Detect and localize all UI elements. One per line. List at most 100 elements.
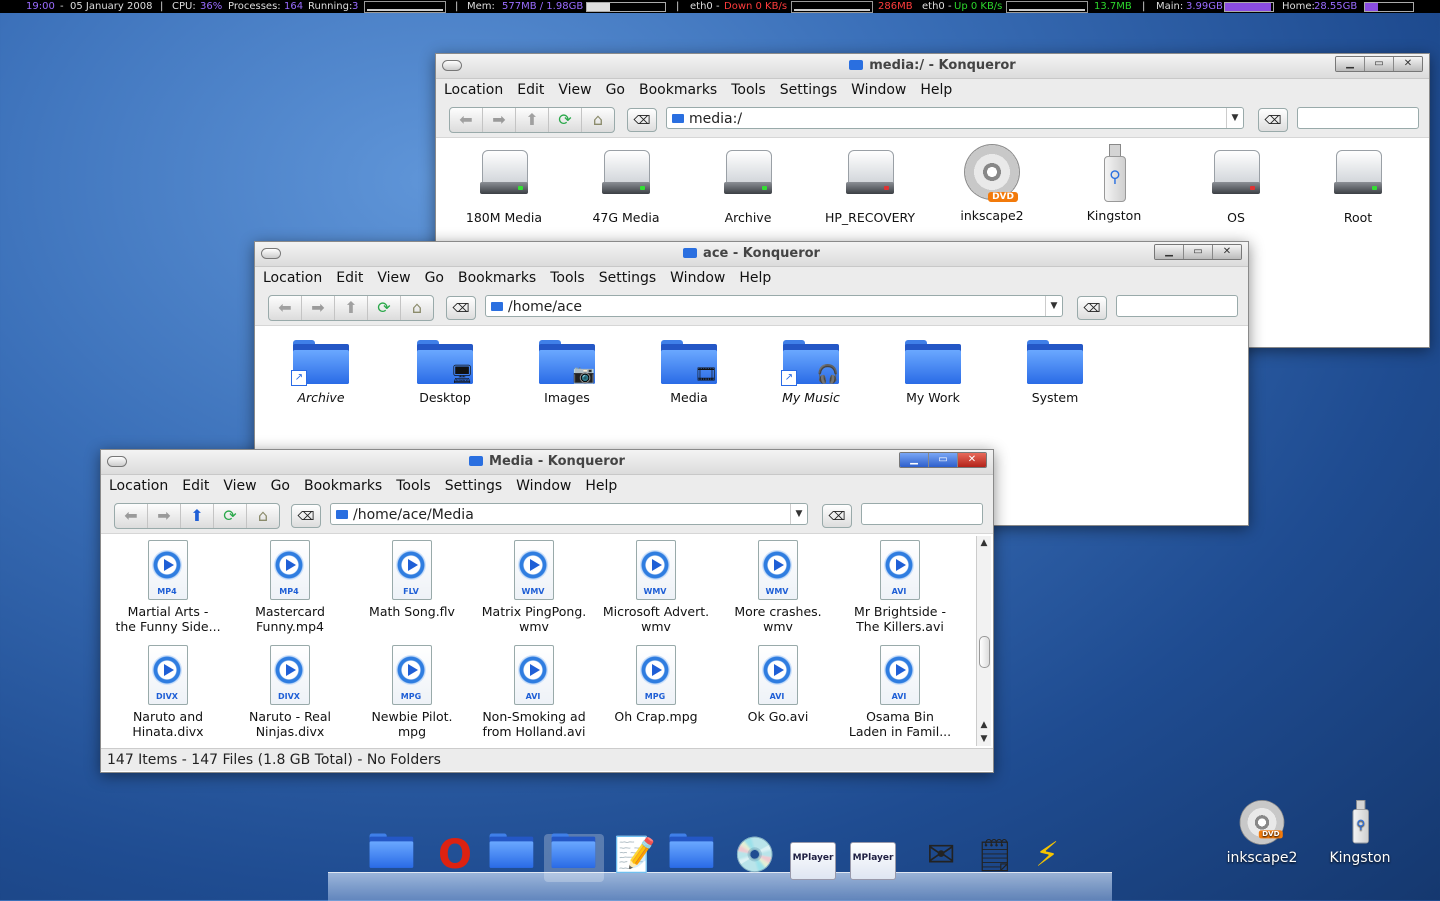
desktop-icon-dvd[interactable]: DVD inkscape2: [1222, 800, 1302, 866]
menu-view[interactable]: View: [377, 270, 410, 286]
clear-location-button[interactable]: ⌫: [291, 504, 321, 528]
drive-item[interactable]: OS: [1186, 150, 1286, 225]
menu-location[interactable]: Location: [109, 478, 168, 494]
dock-folder-icon[interactable]: [550, 832, 600, 882]
home-button[interactable]: ⌂: [246, 504, 279, 528]
search-clear-button[interactable]: ⌫: [1077, 296, 1107, 320]
menu-location[interactable]: Location: [263, 270, 322, 286]
forward-button[interactable]: ➡: [147, 504, 180, 528]
video-file-item[interactable]: WMV Matrix PingPong. wmv: [479, 540, 589, 634]
folder-item[interactable]: 📷 Images: [517, 338, 617, 405]
home-button[interactable]: ⌂: [400, 296, 433, 320]
close-button[interactable]: ✕: [1393, 57, 1422, 71]
up-button[interactable]: ⬆: [180, 504, 213, 528]
scroll-up-arrow-icon[interactable]: ▲: [977, 536, 991, 550]
video-file-item[interactable]: MPG Oh Crap.mpg: [601, 645, 711, 724]
usb-item[interactable]: ⚲ Kingston: [1064, 144, 1164, 223]
konqueror-window-media[interactable]: Media - Konqueror ▁ ▭ ✕ Location Edit Vi…: [100, 449, 994, 773]
minimize-button[interactable]: ▁: [1155, 245, 1183, 259]
search-field[interactable]: [861, 503, 983, 525]
menu-settings[interactable]: Settings: [599, 270, 656, 286]
dock-notes-icon[interactable]: 🗒: [970, 832, 1020, 882]
video-file-item[interactable]: AVI Osama Bin Laden in Famil...: [845, 645, 955, 739]
drive-item[interactable]: Root: [1308, 150, 1408, 225]
forward-button[interactable]: ➡: [482, 108, 515, 132]
dock-folder-icon[interactable]: [668, 832, 718, 882]
menu-go[interactable]: Go: [606, 82, 625, 98]
location-dropdown-button[interactable]: ▼: [790, 504, 807, 524]
menu-window[interactable]: Window: [516, 478, 571, 494]
location-dropdown-button[interactable]: ▼: [1045, 296, 1062, 316]
dock-power-icon[interactable]: ⚡: [1022, 832, 1072, 882]
titlebar[interactable]: media:/ - Konqueror ▁ ▭ ✕: [436, 54, 1429, 79]
back-button[interactable]: ⬅: [450, 108, 482, 132]
folder-item[interactable]: My Work: [883, 338, 983, 405]
menu-bookmarks[interactable]: Bookmarks: [458, 270, 536, 286]
back-button[interactable]: ⬅: [115, 504, 147, 528]
menu-tools[interactable]: Tools: [731, 82, 766, 98]
video-file-item[interactable]: FLV Math Song.flv: [357, 540, 467, 619]
video-file-item[interactable]: DIVX Naruto - Real Ninjas.divx: [235, 645, 345, 739]
search-field[interactable]: [1297, 107, 1419, 129]
search-field[interactable]: [1116, 295, 1238, 317]
desktop-icon-usb[interactable]: ⚲ Kingston: [1320, 800, 1400, 866]
back-button[interactable]: ⬅: [269, 296, 301, 320]
location-bar[interactable]: media:/ ▼: [666, 107, 1244, 129]
window-menu-button[interactable]: [442, 60, 462, 71]
location-bar[interactable]: /home/ace/Media ▼: [330, 503, 808, 525]
menu-edit[interactable]: Edit: [517, 82, 544, 98]
drive-item[interactable]: 180M Media: [454, 150, 554, 225]
location-bar[interactable]: /home/ace ▼: [485, 295, 1063, 317]
menu-tools[interactable]: Tools: [550, 270, 585, 286]
folder-item[interactable]: ↗ Archive: [271, 338, 371, 405]
scrollbar-thumb[interactable]: [979, 636, 990, 668]
up-button[interactable]: ⬆: [515, 108, 548, 132]
menu-bookmarks[interactable]: Bookmarks: [639, 82, 717, 98]
dock-folder-icon[interactable]: [488, 832, 538, 882]
menu-view[interactable]: View: [558, 82, 591, 98]
clear-location-button[interactable]: ⌫: [627, 108, 657, 132]
minimize-button[interactable]: ▁: [900, 453, 928, 467]
dock-mplayer-icon[interactable]: MPlayer: [850, 842, 896, 880]
up-button[interactable]: ⬆: [334, 296, 367, 320]
menu-tools[interactable]: Tools: [396, 478, 431, 494]
dock-mplayer-icon[interactable]: MPlayer: [790, 842, 836, 880]
dock-text-editor-icon[interactable]: 📝: [610, 832, 660, 882]
video-file-item[interactable]: AVI Non-Smoking ad from Holland.avi: [479, 645, 589, 739]
menu-settings[interactable]: Settings: [445, 478, 502, 494]
window-menu-button[interactable]: [261, 248, 281, 259]
folder-item[interactable]: ↗ 🎧 My Music: [761, 338, 861, 405]
folder-item[interactable]: System: [1005, 338, 1105, 405]
video-file-item[interactable]: MP4 Martial Arts - the Funny Side...: [113, 540, 223, 634]
maximize-button[interactable]: ▭: [1364, 57, 1393, 71]
location-dropdown-button[interactable]: ▼: [1226, 108, 1243, 128]
forward-button[interactable]: ➡: [301, 296, 334, 320]
menu-view[interactable]: View: [223, 478, 256, 494]
video-file-item[interactable]: WMV Microsoft Advert. wmv: [601, 540, 711, 634]
clear-location-button[interactable]: ⌫: [446, 296, 476, 320]
reload-button[interactable]: ⟳: [213, 504, 246, 528]
scroll-up-arrow-icon[interactable]: ▲: [977, 718, 991, 732]
dock-mail-icon[interactable]: ✉: [916, 832, 966, 882]
video-file-item[interactable]: MP4 Mastercard Funny.mp4: [235, 540, 345, 634]
menu-help[interactable]: Help: [920, 82, 952, 98]
menu-help[interactable]: Help: [585, 478, 617, 494]
folder-item[interactable]: 🎞 Media: [639, 338, 739, 405]
menu-go[interactable]: Go: [425, 270, 444, 286]
maximize-button[interactable]: ▭: [1183, 245, 1212, 259]
titlebar[interactable]: Media - Konqueror ▁ ▭ ✕: [101, 450, 993, 475]
reload-button[interactable]: ⟳: [367, 296, 400, 320]
drive-item[interactable]: HP_RECOVERY: [820, 150, 920, 225]
folder-item[interactable]: 🖥 Desktop: [395, 338, 495, 405]
menu-window[interactable]: Window: [670, 270, 725, 286]
reload-button[interactable]: ⟳: [548, 108, 581, 132]
menu-go[interactable]: Go: [271, 478, 290, 494]
video-file-item[interactable]: WMV More crashes. wmv: [723, 540, 833, 634]
window-menu-button[interactable]: [107, 456, 127, 467]
vertical-scrollbar[interactable]: ▲ ▲ ▼: [976, 536, 991, 746]
dock-media-player-icon[interactable]: 💿: [730, 832, 780, 882]
menu-edit[interactable]: Edit: [336, 270, 363, 286]
video-file-item[interactable]: AVI Ok Go.avi: [723, 645, 833, 724]
menu-location[interactable]: Location: [444, 82, 503, 98]
video-file-item[interactable]: MPG Newbie Pilot. mpg: [357, 645, 467, 739]
